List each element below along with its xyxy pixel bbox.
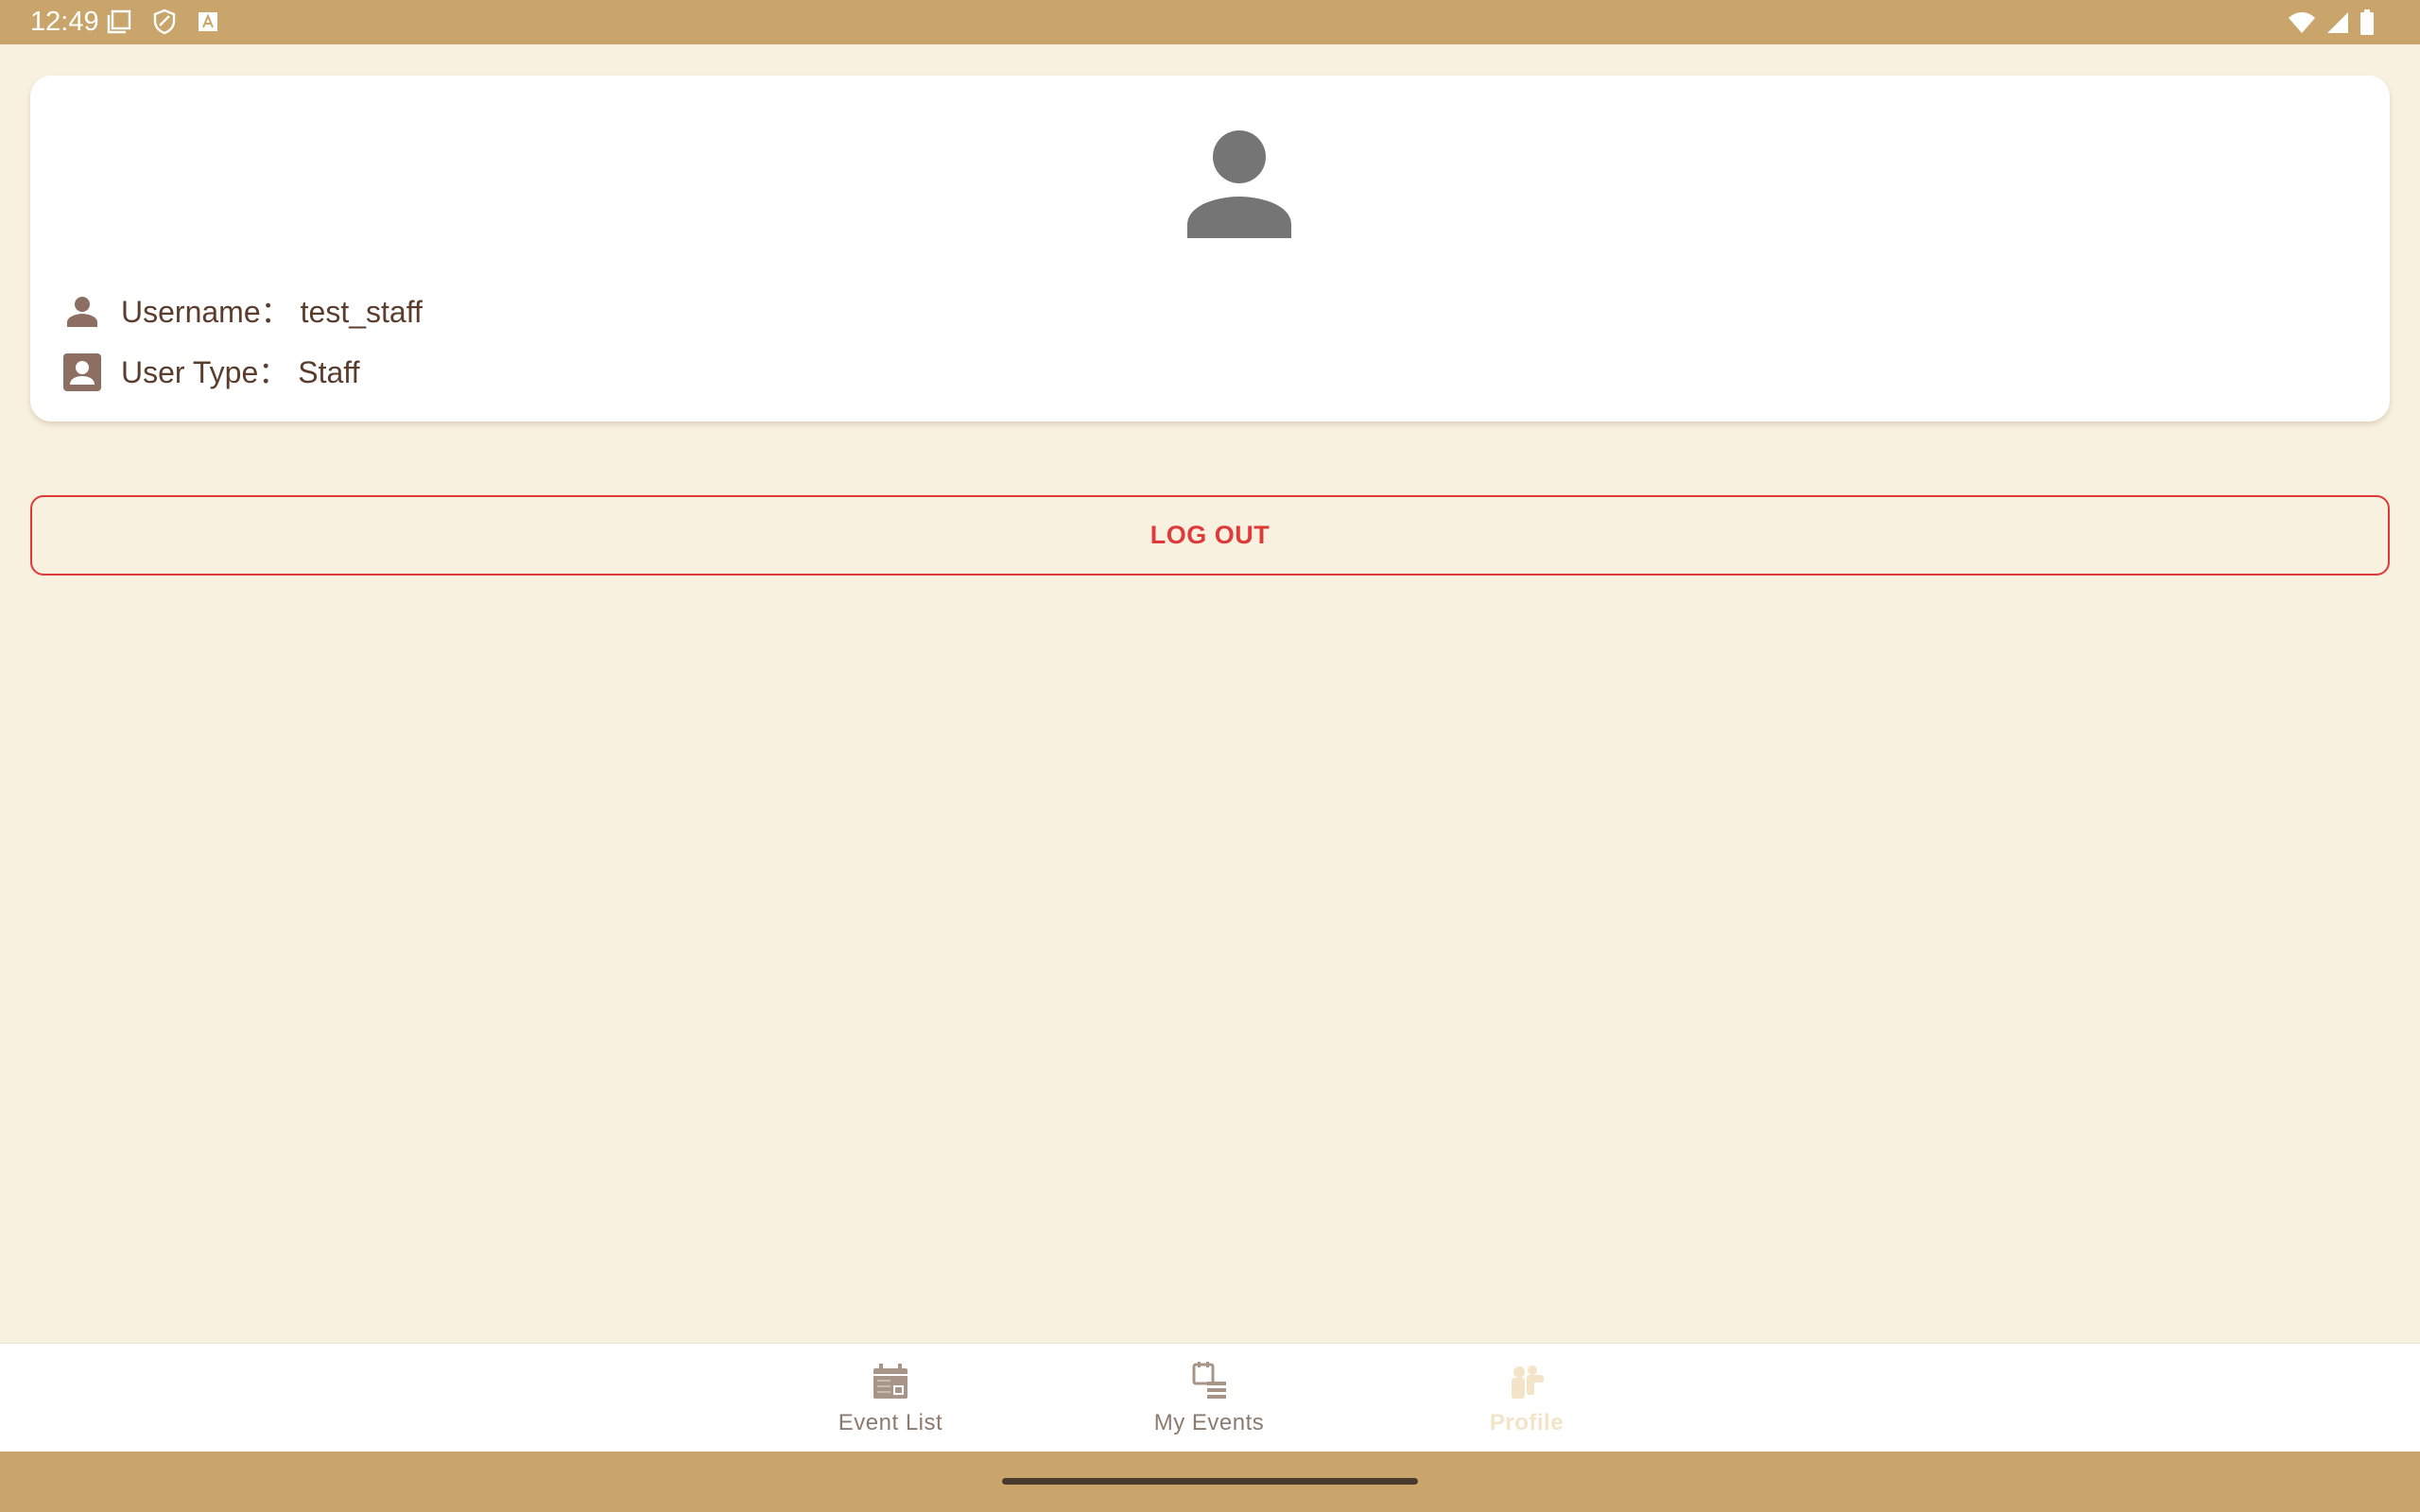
status-left-icons	[107, 9, 218, 40]
cellular-icon	[2325, 10, 2350, 40]
people-icon	[1512, 1366, 1544, 1399]
nav-item-event-list[interactable]: Event List	[796, 1361, 985, 1446]
wifi-icon	[2288, 10, 2316, 40]
logout-button[interactable]: LOG OUT	[30, 495, 2390, 576]
nav-item-profile[interactable]: Profile	[1432, 1361, 1621, 1446]
username-value: test_staff	[300, 295, 423, 329]
avatar	[1184, 127, 1295, 238]
status-bar: 12:49	[0, 0, 2420, 44]
nav-label-my-events: My Events	[1153, 1410, 1265, 1435]
calendar-icon	[873, 1364, 908, 1399]
home-gesture-handle[interactable]	[1002, 1478, 1418, 1485]
status-right-icons	[2288, 9, 2375, 41]
nav-label-profile: Profile	[1489, 1410, 1564, 1435]
nav-label-event-list: Event List	[838, 1410, 943, 1435]
username-row: Username： test_staff	[62, 289, 423, 335]
account-box-icon	[62, 352, 102, 392]
bottom-navigation: Event List My Events Profile	[0, 1343, 2420, 1452]
profile-card: Username： test_staff User Type： Staff	[30, 76, 2390, 421]
nav-item-my-events[interactable]: My Events	[1115, 1361, 1304, 1446]
user-type-label: User Type：	[121, 355, 289, 389]
user-type-value: Staff	[298, 355, 360, 389]
user-type-row: User Type： Staff	[62, 350, 360, 395]
username-label: Username：	[121, 295, 291, 329]
shield-icon	[152, 9, 177, 40]
person-icon	[1187, 130, 1291, 238]
status-time: 12:49	[30, 7, 99, 37]
battery-icon	[2360, 9, 2375, 41]
keyboard-a-icon	[198, 11, 218, 37]
logout-label: LOG OUT	[1150, 521, 1270, 549]
screen-icon	[107, 9, 131, 39]
gesture-area	[0, 1452, 2420, 1512]
event-list-icon	[1192, 1362, 1226, 1399]
person-icon	[62, 292, 102, 332]
